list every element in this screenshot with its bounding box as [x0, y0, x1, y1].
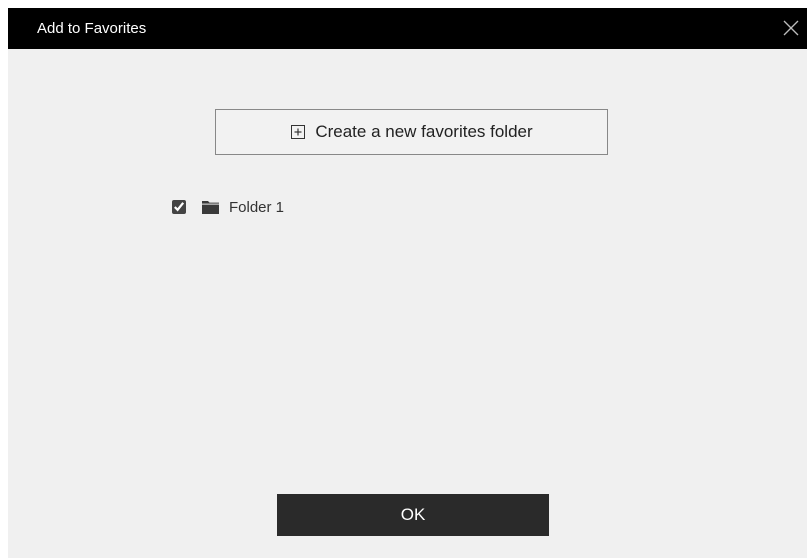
add-to-favorites-dialog: Add to Favorites Create a new favorites …: [8, 8, 807, 558]
create-folder-label: Create a new favorites folder: [315, 122, 533, 141]
close-icon: [783, 20, 799, 36]
dialog-titlebar: Add to Favorites: [8, 8, 807, 49]
close-button[interactable]: [773, 8, 807, 49]
create-folder-button[interactable]: Create a new favorites folder: [215, 109, 608, 155]
folder-list-item[interactable]: Folder 1: [172, 195, 284, 219]
folder-checkbox[interactable]: [172, 200, 186, 214]
ok-button[interactable]: OK: [277, 494, 549, 536]
folder-label: Folder 1: [229, 198, 285, 216]
dialog-title: Add to Favorites: [37, 20, 147, 37]
folder-icon: [202, 201, 219, 214]
plus-square-icon: [291, 125, 306, 139]
